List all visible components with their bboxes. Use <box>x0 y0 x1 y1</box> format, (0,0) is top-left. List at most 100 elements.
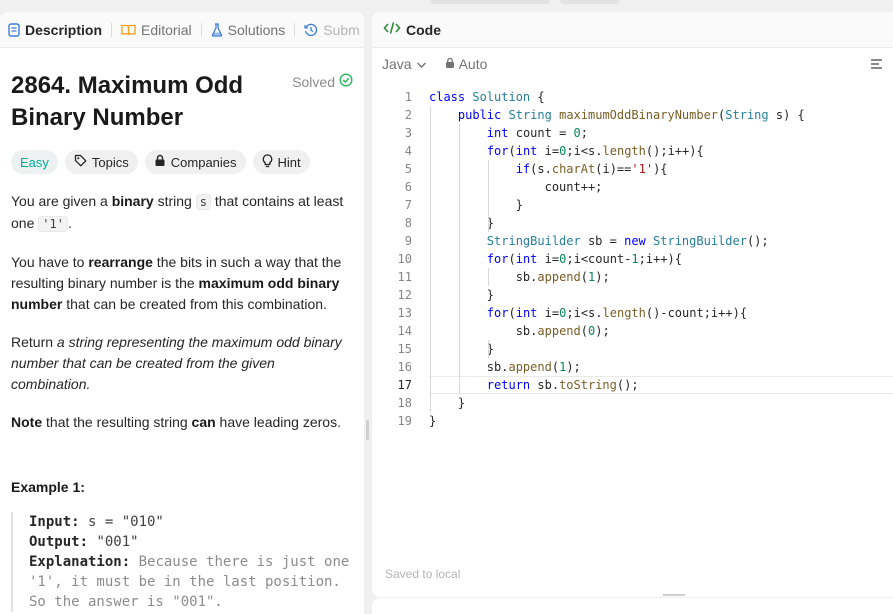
code-line[interactable]: 16 sb.append(1); <box>372 358 893 376</box>
code-header: Code <box>372 12 893 48</box>
example-title: Example 1: <box>11 479 85 495</box>
difficulty-label: Easy <box>20 154 49 170</box>
indent-guide <box>488 340 489 358</box>
code-line[interactable]: 10 for(int i=0;i<count-1;i++){ <box>372 250 893 268</box>
code-line[interactable]: 17 return sb.toString(); <box>372 376 893 394</box>
line-number: 14 <box>397 324 412 338</box>
code-line[interactable]: 11 sb.append(1); <box>372 268 893 286</box>
tab-solutions[interactable]: Solutions <box>211 21 286 38</box>
companies-chip[interactable]: Companies <box>144 150 246 174</box>
example-explanation: Explanation: Because there is just one '… <box>29 554 350 610</box>
editor-toolbar: Java Auto <box>372 48 893 80</box>
chip-label: Hint <box>277 154 301 170</box>
hint-chip[interactable]: Hint <box>252 150 310 174</box>
description-panel: Description Editorial Solutions Subm 286… <box>0 12 364 614</box>
testcase-panel-edge <box>372 598 893 614</box>
tab-submissions[interactable]: Subm <box>304 22 360 38</box>
code-line[interactable]: 4 for(int i=0;i<s.length();i++){ <box>372 142 893 160</box>
line-number: 19 <box>397 414 412 428</box>
flask-icon <box>211 22 223 37</box>
check-circle-icon <box>339 73 353 90</box>
line-number: 1 <box>404 90 412 104</box>
tab-label: Solutions <box>227 21 286 38</box>
code-text: int count = 0; <box>486 126 588 140</box>
lightbulb-icon <box>262 153 273 171</box>
save-status: Saved to local <box>385 567 461 581</box>
description-paragraph: You have to rearrange the bits in such a… <box>11 254 342 312</box>
code-line[interactable]: 2 public String maximumOddBinaryNumber(S… <box>372 106 893 124</box>
lock-icon <box>445 56 455 72</box>
language-label: Java <box>382 56 412 72</box>
code-text: } <box>429 342 495 356</box>
code-text: public String maximumOddBinaryNumber(Str… <box>457 108 805 122</box>
line-number: 8 <box>404 216 412 230</box>
tab-label: Description <box>25 21 103 38</box>
chevron-down-icon <box>416 56 427 72</box>
top-strip <box>0 0 893 10</box>
code-line[interactable]: 7 } <box>372 196 893 214</box>
code-text: sb.append(1); <box>486 360 581 374</box>
vertical-resize-handle[interactable] <box>663 594 685 596</box>
code-line[interactable]: 15 } <box>372 340 893 358</box>
example-block: Input: s = "010" Output: "001" Explanati… <box>11 512 353 612</box>
code-icon <box>383 21 401 38</box>
line-number: 6 <box>404 180 412 194</box>
line-number: 4 <box>404 144 412 158</box>
code-line[interactable]: 12 } <box>372 286 893 304</box>
mode-label: Auto <box>458 56 488 72</box>
code-header-label: Code <box>406 21 441 38</box>
description-icon <box>8 22 20 37</box>
line-number: 3 <box>404 126 412 140</box>
code-line[interactable]: 13 for(int i=0;i<s.length()-count;i++){ <box>372 304 893 322</box>
code-text: if(s.charAt(i)=='1'){ <box>515 162 668 176</box>
description-paragraph: You are given a binary string s that con… <box>11 193 344 232</box>
code-text: for(int i=0;i<s.length()-count;i++){ <box>486 306 748 320</box>
tab-label: Subm <box>323 21 360 38</box>
chip-label: Companies <box>170 154 237 170</box>
code-line[interactable]: 5 if(s.charAt(i)=='1'){ <box>372 160 893 178</box>
code-text: } <box>429 288 495 302</box>
description-paragraph: Note that the resulting string can have … <box>11 414 341 430</box>
code-text: return sb.toString(); <box>486 378 639 392</box>
code-line[interactable]: 8 } <box>372 214 893 232</box>
topics-chip[interactable]: Topics <box>64 150 138 174</box>
code-line[interactable]: 6 count++; <box>372 178 893 196</box>
code-text: count++; <box>544 180 603 194</box>
line-number: 17 <box>397 378 412 392</box>
code-line[interactable]: 9 StringBuilder sb = new StringBuilder()… <box>372 232 893 250</box>
code-line[interactable]: 18 } <box>372 394 893 412</box>
auto-mode-toggle[interactable]: Auto <box>445 56 488 72</box>
code-text: sb.append(0); <box>515 324 610 338</box>
tab-description[interactable]: Description <box>8 22 102 38</box>
indent-guide <box>459 124 460 394</box>
indent-guide <box>488 268 489 286</box>
code-text: for(int i=0;i<count-1;i++){ <box>486 252 683 266</box>
code-line[interactable]: 1 class Solution { <box>372 88 893 106</box>
line-number: 10 <box>397 252 412 266</box>
solved-status: Solved <box>292 73 353 90</box>
code-panel: Code Java Auto 1 class Solution { 2 public… <box>372 12 893 597</box>
code-editor[interactable]: 1 class Solution { 2 public String maximum… <box>372 88 893 430</box>
indent-guide <box>488 160 489 232</box>
panel-resize-handle[interactable] <box>366 420 369 440</box>
tab-editorial[interactable]: Editorial <box>121 22 192 38</box>
code-text: } <box>429 414 437 428</box>
difficulty-badge: Easy <box>11 150 58 174</box>
line-number: 5 <box>404 162 412 176</box>
code-text: for(int i=0;i<s.length();i++){ <box>486 144 704 158</box>
line-number: 15 <box>397 342 412 356</box>
code-line[interactable]: 14 sb.append(0); <box>372 322 893 340</box>
align-left-icon <box>870 57 883 73</box>
example-input: Input: s = "010" <box>29 514 164 530</box>
code-text: class Solution { <box>429 90 545 104</box>
inline-code: '1' <box>38 216 68 232</box>
language-select[interactable]: Java <box>382 56 427 72</box>
top-tab-shadow <box>560 0 620 4</box>
code-line[interactable]: 19} <box>372 412 893 430</box>
problem-title: 2864. Maximum Odd Binary Number <box>11 72 244 131</box>
line-number: 16 <box>397 360 412 374</box>
format-menu-button[interactable] <box>870 57 883 73</box>
code-text: } <box>429 216 495 230</box>
code-text: } <box>429 396 466 410</box>
code-line[interactable]: 3 int count = 0; <box>372 124 893 142</box>
